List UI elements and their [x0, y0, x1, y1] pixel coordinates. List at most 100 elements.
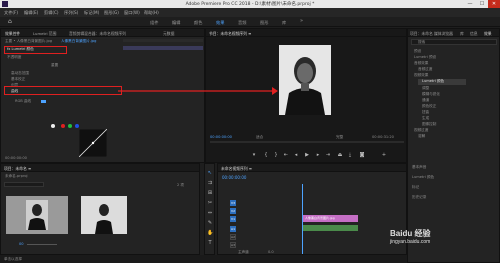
fit-dropdown[interactable]: 适合 [256, 135, 263, 140]
extract-icon[interactable]: ⤓ [347, 152, 353, 158]
hdr-row[interactable]: 高动态范围 [11, 71, 29, 76]
tree-item[interactable]: 溶解 [418, 134, 425, 139]
effect-timeline-ruler[interactable] [123, 39, 203, 42]
bin-search-input[interactable] [4, 182, 44, 187]
workspace-editing[interactable]: 编辑 [172, 20, 180, 26]
mark-out-icon[interactable]: } [273, 152, 279, 158]
tree-item[interactable]: 扭曲 [422, 110, 429, 115]
lift-icon[interactable]: ⏏ [337, 152, 343, 158]
timeline-tab[interactable]: 未命名视频序列 ≡ [221, 166, 252, 172]
tab-audio-clip-mixer[interactable]: 音频剪辑混合器：未命名视频序列 [69, 31, 126, 37]
timeline-timecode[interactable]: 00:00:00:00 [222, 175, 246, 180]
video-clip[interactable]: 人像黑白背景图片.jpg [303, 215, 358, 222]
red-channel-dot[interactable] [61, 124, 65, 128]
menu-edit[interactable]: 编辑(E) [24, 10, 38, 16]
workspace-libraries[interactable]: 库 [282, 20, 286, 26]
menu-graphics[interactable]: 图形(G) [104, 10, 119, 16]
ripple-edit-tool-icon[interactable]: ⊞ [207, 190, 213, 196]
tree-item[interactable]: 图像控制 [422, 122, 436, 127]
mark-in-icon[interactable]: { [263, 152, 269, 158]
v3-target[interactable]: V3 [230, 200, 236, 206]
tree-item[interactable]: 视频效果 [414, 73, 428, 78]
project-bin-tab[interactable]: 项目：未命名 ≡ [4, 166, 31, 172]
rgb-curve-toggle[interactable] [41, 100, 46, 103]
tab-effect-controls[interactable]: 效果控件 [5, 31, 20, 37]
basic-correction-row[interactable]: 基本校正 [11, 77, 25, 82]
green-channel-dot[interactable] [68, 124, 72, 128]
step-back-icon[interactable]: ◂ [293, 152, 299, 158]
slip-tool-icon[interactable]: ⇔ [207, 210, 213, 216]
tree-item[interactable]: 音频过渡 [418, 67, 432, 72]
a2-target[interactable]: A2 [230, 234, 236, 240]
tab-project[interactable]: 项目：未命名 [410, 31, 433, 37]
workspace-assembly[interactable]: 组件 [150, 20, 158, 26]
tree-item[interactable]: 生成 [422, 116, 429, 121]
sequence-thumbnail[interactable] [6, 196, 68, 234]
menu-help[interactable]: 帮助(H) [144, 10, 159, 16]
reset-button[interactable]: 重置 [51, 63, 58, 68]
tree-item[interactable]: 调整 [422, 86, 429, 91]
close-button[interactable]: ✕ [488, 0, 500, 8]
program-timecode[interactable]: 00:00:00:00 [210, 135, 232, 139]
workspace-audio[interactable]: 音频 [238, 20, 246, 26]
tree-item[interactable]: 音频效果 [414, 61, 428, 66]
history-panel[interactable]: 历史记录 [412, 195, 426, 200]
settings-icon[interactable]: + [381, 152, 387, 158]
track-select-tool-icon[interactable]: ⇉ [207, 180, 213, 186]
tab-lumetri-scopes[interactable]: Lumetri 范围 [33, 31, 56, 37]
opacity-row[interactable]: 不透明度 [7, 55, 21, 60]
tree-item-selected[interactable]: Lumetri 颜色 [418, 79, 466, 85]
white-channel-dot[interactable] [51, 124, 55, 128]
tab-library[interactable]: 库 [460, 31, 464, 37]
audio-clip[interactable] [303, 225, 358, 231]
go-to-in-icon[interactable]: ⇤ [283, 152, 289, 158]
image-thumbnail[interactable] [81, 196, 127, 234]
export-frame-icon[interactable]: ◙ [359, 152, 365, 158]
sequence-line[interactable]: 人像黑白背景图片.jpg [61, 39, 96, 44]
workspace-graphics[interactable]: 图形 [260, 20, 268, 26]
razor-tool-icon[interactable]: ✂ [207, 200, 213, 206]
lumetri-color-panel[interactable]: Lumetri 颜色 [412, 175, 434, 180]
maximize-button[interactable]: ☐ [476, 0, 488, 8]
blue-channel-dot[interactable] [75, 124, 79, 128]
menu-file[interactable]: 文件(F) [4, 10, 18, 16]
tree-item[interactable]: Lumetri 预设 [414, 55, 436, 60]
v1-target[interactable]: V1 [230, 216, 236, 222]
program-tab[interactable]: 节目：未命名视频序列 ≡ [209, 31, 251, 37]
step-forward-icon[interactable]: ▸ [315, 152, 321, 158]
effects-search-input[interactable]: 搜索 [411, 39, 497, 45]
menu-window[interactable]: 窗口(W) [124, 10, 140, 16]
tree-item[interactable]: 颜色校正 [422, 104, 436, 109]
home-icon[interactable]: ⌂ [8, 18, 12, 25]
tab-effects[interactable]: 效果 [484, 31, 492, 37]
tree-item[interactable]: 预设 [414, 49, 421, 54]
menu-sequence[interactable]: 序列(S) [64, 10, 78, 16]
quality-dropdown[interactable]: 完整 [336, 135, 343, 140]
a1-target[interactable]: A1 [230, 226, 236, 232]
zoom-slider-track[interactable] [27, 244, 57, 245]
markers-panel[interactable]: 标记 [412, 185, 419, 190]
menu-marker[interactable]: 标记(M) [84, 10, 99, 16]
tab-info[interactable]: 信息 [470, 31, 478, 37]
tab-media-browser[interactable]: 媒体浏览器 [434, 31, 453, 37]
minimize-button[interactable]: — [464, 0, 476, 8]
tree-item[interactable]: 模糊与锐化 [422, 92, 440, 97]
essential-sound-panel[interactable]: 基本声音 [412, 165, 426, 170]
tree-item[interactable]: 视频过渡 [414, 128, 428, 133]
selection-tool-icon[interactable]: ↖ [207, 170, 213, 176]
add-marker-icon[interactable]: ▾ [251, 152, 257, 158]
go-to-out-icon[interactable]: ⇥ [325, 152, 331, 158]
tree-item[interactable]: 通道 [422, 98, 429, 103]
more-workspaces-icon[interactable]: » [300, 18, 303, 24]
tab-metadata[interactable]: 元数据 [163, 31, 174, 37]
v2-target[interactable]: V2 [230, 208, 236, 214]
hand-tool-icon[interactable]: ✋ [207, 230, 213, 236]
zoom-slider[interactable]: 00 [19, 242, 24, 246]
a3-target[interactable]: A3 [230, 242, 236, 248]
program-scrubber[interactable] [210, 141, 404, 143]
play-icon[interactable]: ▶ [304, 152, 310, 158]
pen-tool-icon[interactable]: ✎ [207, 220, 213, 226]
workspace-color[interactable]: 颜色 [194, 20, 202, 26]
workspace-effects[interactable]: 效果 [216, 20, 224, 26]
type-tool-icon[interactable]: T [207, 240, 213, 246]
